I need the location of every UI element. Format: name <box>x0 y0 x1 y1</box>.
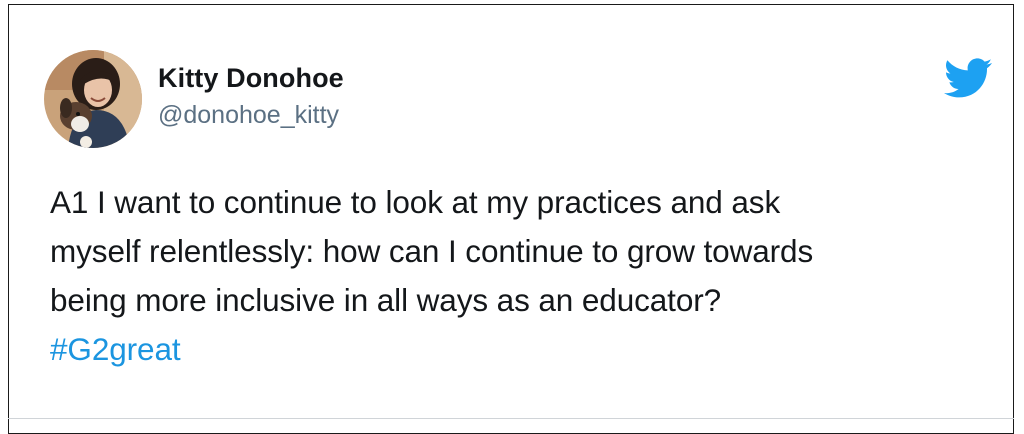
author-handle[interactable]: @donohoe_kitty <box>158 99 344 131</box>
tweet-text-line: being more inclusive in all ways as an e… <box>50 282 722 318</box>
tweet-text-line: A1 I want to continue to look at my prac… <box>50 184 781 220</box>
twitter-bird-glyph <box>944 58 992 98</box>
author-display-name[interactable]: Kitty Donohoe <box>158 61 344 95</box>
hashtag-link[interactable]: #G2great <box>50 325 990 374</box>
divider <box>8 418 1014 419</box>
tweet-header: Kitty Donohoe @donohoe_kitty <box>44 49 344 149</box>
avatar[interactable] <box>44 50 142 148</box>
avatar-photo-icon <box>44 50 142 148</box>
author-identity: Kitty Donohoe @donohoe_kitty <box>158 61 344 131</box>
tweet-text-line: myself relentlessly: how can I continue … <box>50 233 814 269</box>
tweet-body: A1 I want to continue to look at my prac… <box>50 178 990 374</box>
twitter-bird-icon[interactable] <box>944 58 992 100</box>
